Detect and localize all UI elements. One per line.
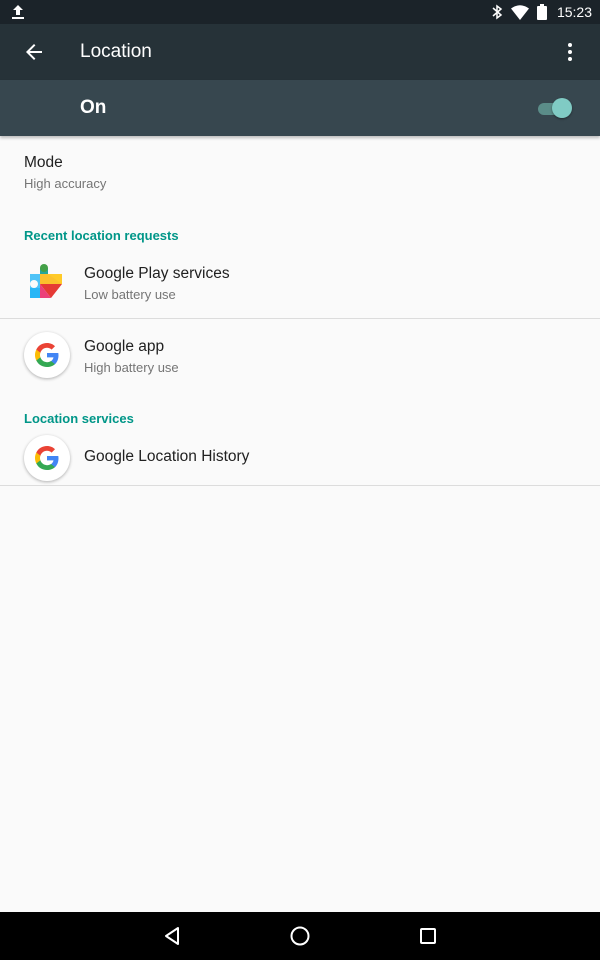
upload-icon xyxy=(12,5,24,19)
master-switch-bar[interactable]: On xyxy=(0,80,600,136)
google-play-services-icon xyxy=(30,264,62,298)
recents-square-icon[interactable] xyxy=(416,924,440,948)
location-toggle[interactable] xyxy=(536,97,572,119)
page-title: Location xyxy=(80,41,152,62)
list-item-google-app[interactable]: Google app High battery use xyxy=(0,319,600,391)
mode-value: High accuracy xyxy=(24,176,107,191)
toggle-thumb xyxy=(552,98,572,118)
back-triangle-icon[interactable] xyxy=(160,924,184,948)
arrow-back-icon[interactable] xyxy=(22,40,46,64)
list-item-google-location-history[interactable]: Google Location History xyxy=(0,432,600,484)
home-circle-icon[interactable] xyxy=(288,924,312,948)
status-time: 15:23 xyxy=(556,4,592,20)
google-g-icon xyxy=(24,332,70,378)
service-name: Google Location History xyxy=(84,448,250,465)
bluetooth-icon xyxy=(492,4,503,20)
navigation-bar xyxy=(0,912,600,960)
battery-icon xyxy=(536,4,547,20)
battery-usage: High battery use xyxy=(84,360,179,375)
wifi-icon xyxy=(510,4,529,20)
list-item-google-play-services[interactable]: Google Play services Low battery use xyxy=(0,256,600,318)
more-vert-icon[interactable] xyxy=(560,40,580,64)
location-services-header: Location services xyxy=(24,411,134,426)
status-bar: 15:23 xyxy=(0,0,600,24)
google-g-icon xyxy=(24,435,70,481)
master-switch-label: On xyxy=(80,97,107,118)
app-name: Google Play services xyxy=(84,265,230,282)
divider xyxy=(0,485,600,486)
mode-title: Mode xyxy=(24,154,63,171)
app-name: Google app xyxy=(84,338,165,355)
recent-requests-header: Recent location requests xyxy=(24,228,179,243)
battery-usage: Low battery use xyxy=(84,287,176,302)
mode-preference[interactable]: Mode High accuracy xyxy=(0,154,600,191)
app-bar: Location xyxy=(0,24,600,80)
